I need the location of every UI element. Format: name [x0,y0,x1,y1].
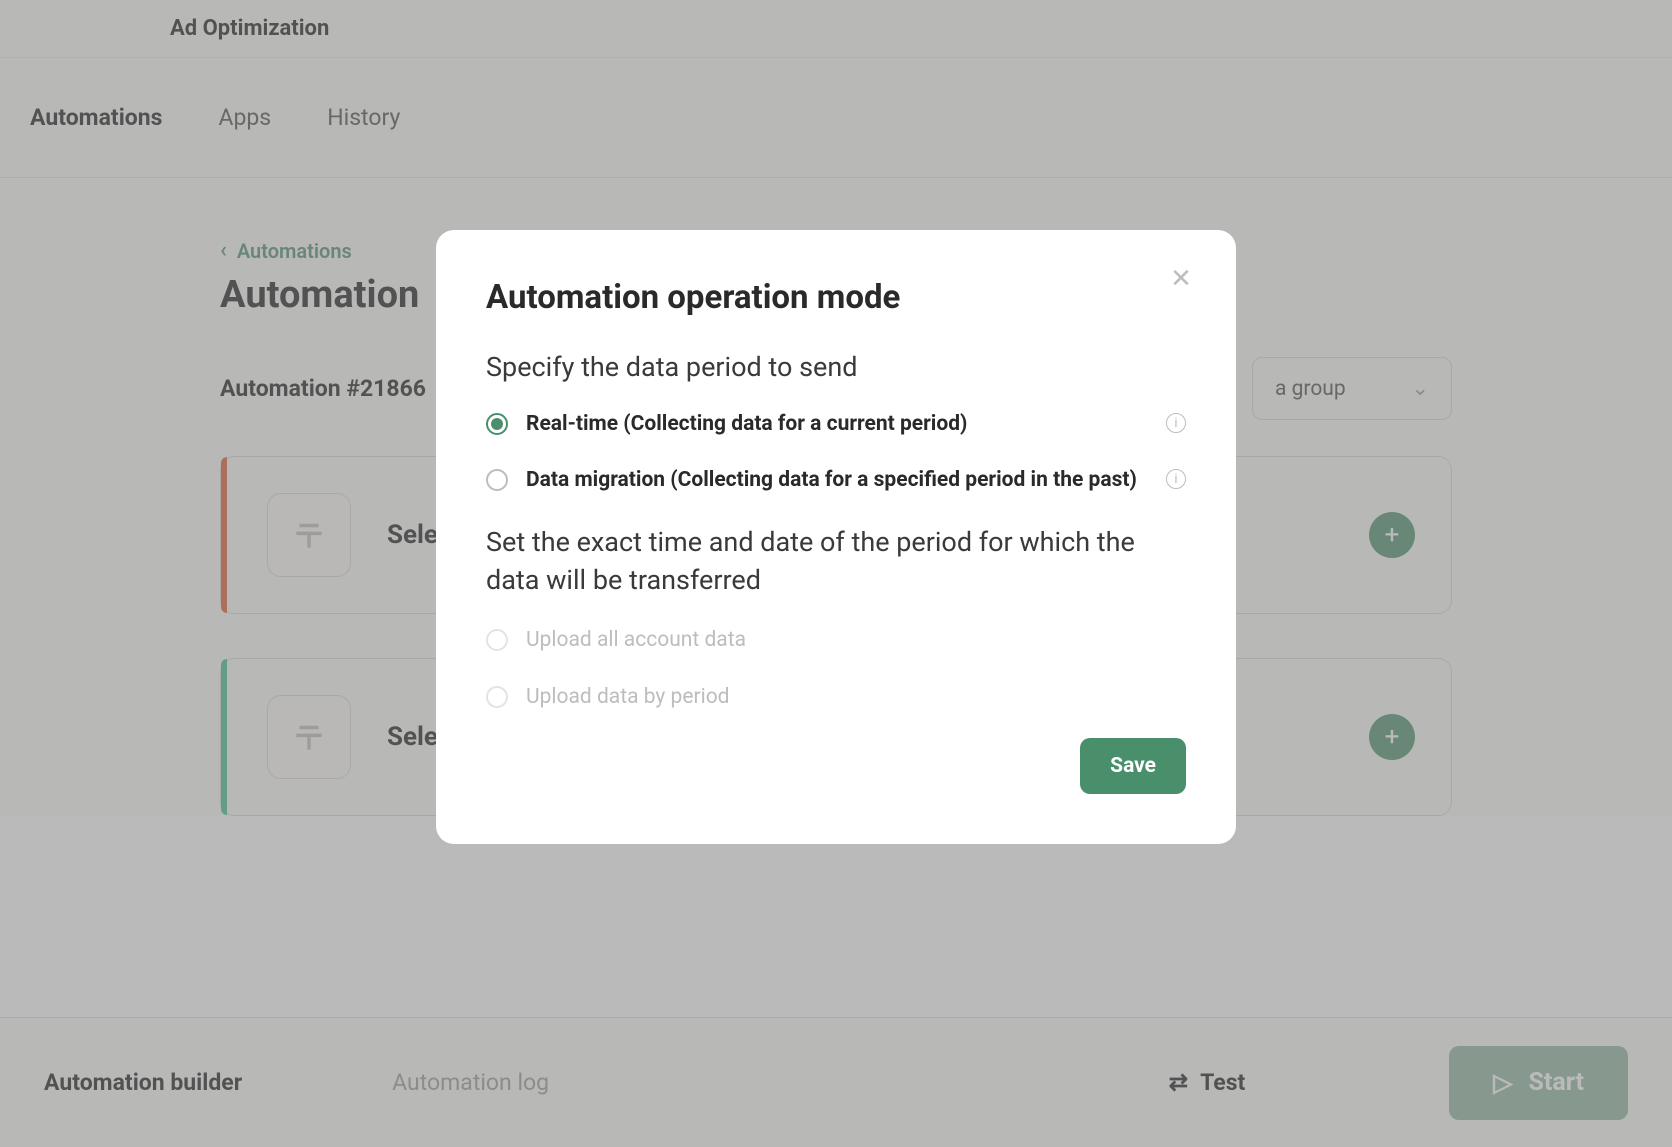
radio-label: Real-time (Collecting data for a current… [526,409,1138,439]
close-icon: ✕ [1170,264,1192,294]
modal-section-time: Set the exact time and date of the perio… [486,524,1186,600]
radio-label: Data migration (Collecting data for a sp… [526,465,1138,495]
close-button[interactable]: ✕ [1166,266,1196,296]
radio-label: Upload data by period [526,682,1186,712]
operation-mode-modal: ✕ Automation operation mode Specify the … [436,230,1236,844]
radio-option-upload-period[interactable]: Upload data by period [486,682,1186,712]
save-button[interactable]: Save [1080,738,1186,794]
radio-icon [486,413,508,435]
radio-option-realtime[interactable]: Real-time (Collecting data for a current… [486,409,1186,439]
radio-option-upload-all[interactable]: Upload all account data [486,625,1186,655]
radio-label: Upload all account data [526,625,1186,655]
radio-icon [486,469,508,491]
info-icon[interactable]: i [1166,469,1186,489]
save-label: Save [1110,754,1156,778]
radio-icon [486,629,508,651]
info-icon[interactable]: i [1166,413,1186,433]
radio-option-migration[interactable]: Data migration (Collecting data for a sp… [486,465,1186,495]
radio-icon [486,686,508,708]
modal-title: Automation operation mode [486,278,1186,317]
modal-section-period: Specify the data period to send [486,351,1186,383]
modal-overlay[interactable]: ✕ Automation operation mode Specify the … [0,0,1672,1147]
